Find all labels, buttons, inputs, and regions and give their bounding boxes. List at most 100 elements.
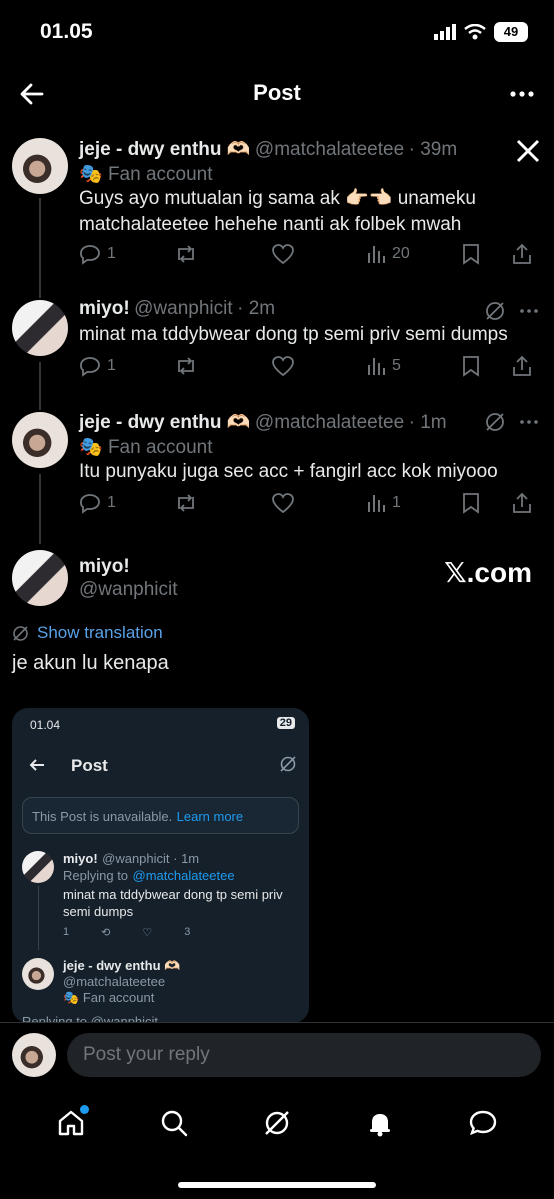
bar-chart-icon xyxy=(368,246,385,263)
reply-input[interactable]: Post your reply xyxy=(67,1033,541,1077)
nav-home[interactable] xyxy=(56,1104,90,1143)
nav-grok[interactable] xyxy=(262,1108,292,1143)
thread-line xyxy=(39,362,41,410)
bookmark-icon xyxy=(463,493,479,514)
share-icon xyxy=(513,355,531,376)
post-header: miyo! @wanphicit · 2m xyxy=(79,298,275,320)
bar-chart-icon xyxy=(368,358,385,375)
notification-dot xyxy=(80,1104,90,1114)
embedded-second-badge: 🎭 Fan account xyxy=(63,990,155,1005)
embedded-second-name: jeje - dwy enthu 🫶🏻 xyxy=(63,958,181,973)
embedded-second-handle: @matchalateetee xyxy=(63,974,166,989)
share-button[interactable] xyxy=(511,492,533,514)
bookmark-button[interactable] xyxy=(461,492,511,514)
reply-button[interactable]: 1 xyxy=(79,492,174,514)
share-icon xyxy=(513,243,531,264)
grok-icon xyxy=(265,1110,289,1135)
repost-button[interactable] xyxy=(174,355,271,377)
main-author-name[interactable]: miyo! xyxy=(79,556,130,578)
reply-icon xyxy=(80,494,100,514)
attached-screenshot-image[interactable]: 01.04 29 Post This Post is unavailable. … xyxy=(12,708,309,1023)
author-handle: @matchalateetee xyxy=(254,412,405,433)
like-button[interactable] xyxy=(271,355,366,377)
repost-icon xyxy=(178,357,194,375)
reply-button[interactable]: 1 xyxy=(79,243,174,265)
avatar[interactable] xyxy=(12,412,68,468)
author-name[interactable]: jeje - dwy enthu 🫶🏻 xyxy=(79,139,250,160)
main-post-text: je akun lu kenapa xyxy=(12,652,169,674)
nav-search[interactable] xyxy=(159,1108,189,1143)
status-time: 01.05 xyxy=(40,20,93,43)
post-actions: 1 5 xyxy=(79,355,539,377)
search-icon xyxy=(161,1110,188,1136)
bookmark-button[interactable] xyxy=(461,243,511,265)
heart-icon xyxy=(272,493,294,514)
nav-notifications[interactable] xyxy=(365,1108,395,1143)
repost-icon xyxy=(178,245,194,263)
xcom-watermark: 𝕏.com xyxy=(444,557,532,588)
repost-button[interactable] xyxy=(174,243,271,265)
reply-icon xyxy=(80,245,100,265)
avatar[interactable] xyxy=(12,138,68,194)
fan-account-badge: 🎭 Fan account xyxy=(79,437,213,458)
embedded-avatar xyxy=(22,958,54,990)
main-author-handle: @wanphicit xyxy=(79,579,178,600)
show-translation-link[interactable]: Show translation xyxy=(12,623,163,643)
post-text: minat ma tddybwear dong tp semi priv sem… xyxy=(79,324,508,345)
post-text: Itu punyaku juga sec acc + fangirl acc k… xyxy=(79,461,498,482)
embedded-reply-text: minat ma tddybwear dong tp semi priv sem… xyxy=(63,887,283,919)
embedded-grok-icon xyxy=(279,755,297,778)
theater-masks-icon: 🎭 xyxy=(79,437,103,458)
repost-button[interactable] xyxy=(174,492,271,514)
reply-button[interactable]: 1 xyxy=(79,355,174,377)
post-text: Guys ayo mutualan ig sama ak 👉🏻👈🏻 unamek… xyxy=(79,188,476,235)
unavailable-notice: This Post is unavailable. Learn more xyxy=(22,797,299,834)
thread-line xyxy=(39,474,41,544)
post-time: · 1m xyxy=(408,412,447,433)
author-name[interactable]: miyo! xyxy=(79,298,130,319)
author-handle: @matchalateetee xyxy=(254,139,405,160)
bookmark-button[interactable] xyxy=(461,355,511,377)
author-name[interactable]: jeje - dwy enthu 🫶🏻 xyxy=(79,412,250,433)
views-button[interactable]: 5 xyxy=(366,356,461,376)
share-button[interactable] xyxy=(511,243,533,265)
views-button[interactable]: 1 xyxy=(366,493,461,513)
like-button[interactable] xyxy=(271,492,366,514)
grok-icon[interactable] xyxy=(484,411,506,438)
bookmark-icon xyxy=(463,244,479,265)
my-avatar[interactable] xyxy=(12,1033,56,1077)
embedded-replying-to: Replying to @matchalateetee xyxy=(63,868,235,883)
bottom-nav xyxy=(0,1090,554,1160)
post-more-button[interactable] xyxy=(518,411,540,438)
like-button[interactable] xyxy=(271,243,366,265)
avatar[interactable] xyxy=(12,300,68,356)
more-icon xyxy=(510,91,534,97)
bookmark-icon xyxy=(463,356,479,377)
share-button[interactable] xyxy=(511,355,533,377)
embedded-status-time: 01.04 xyxy=(30,718,61,732)
thread-line xyxy=(39,198,41,298)
home-indicator xyxy=(178,1182,376,1188)
more-options-button[interactable] xyxy=(508,80,536,113)
nav-messages[interactable] xyxy=(468,1108,498,1143)
translate-icon xyxy=(13,625,28,641)
signal-icon xyxy=(434,24,456,40)
wifi-icon xyxy=(464,24,486,40)
embedded-thread-line xyxy=(38,886,39,950)
more-icon xyxy=(520,309,538,313)
embedded-actions: 1 ⟲ ♡ 3 xyxy=(63,926,191,939)
post-header: jeje - dwy enthu 🫶🏻 @matchalateetee · 39… xyxy=(79,137,457,161)
avatar[interactable] xyxy=(12,550,68,606)
fan-account-badge: 🎭 Fan account xyxy=(79,164,213,185)
reply-icon xyxy=(80,357,100,377)
heart-icon xyxy=(272,244,294,265)
post-more-button[interactable] xyxy=(518,300,540,327)
post-actions: 1 1 xyxy=(79,492,539,514)
views-button[interactable]: 20 xyxy=(366,244,461,264)
bell-icon xyxy=(369,1113,390,1136)
post-actions: 1 20 xyxy=(79,243,539,265)
repost-icon xyxy=(178,494,194,512)
bar-chart-icon xyxy=(368,495,385,512)
post-time: · 2m xyxy=(237,298,276,319)
embedded-reply-header: miyo! @wanphicit · 1m xyxy=(63,851,200,866)
